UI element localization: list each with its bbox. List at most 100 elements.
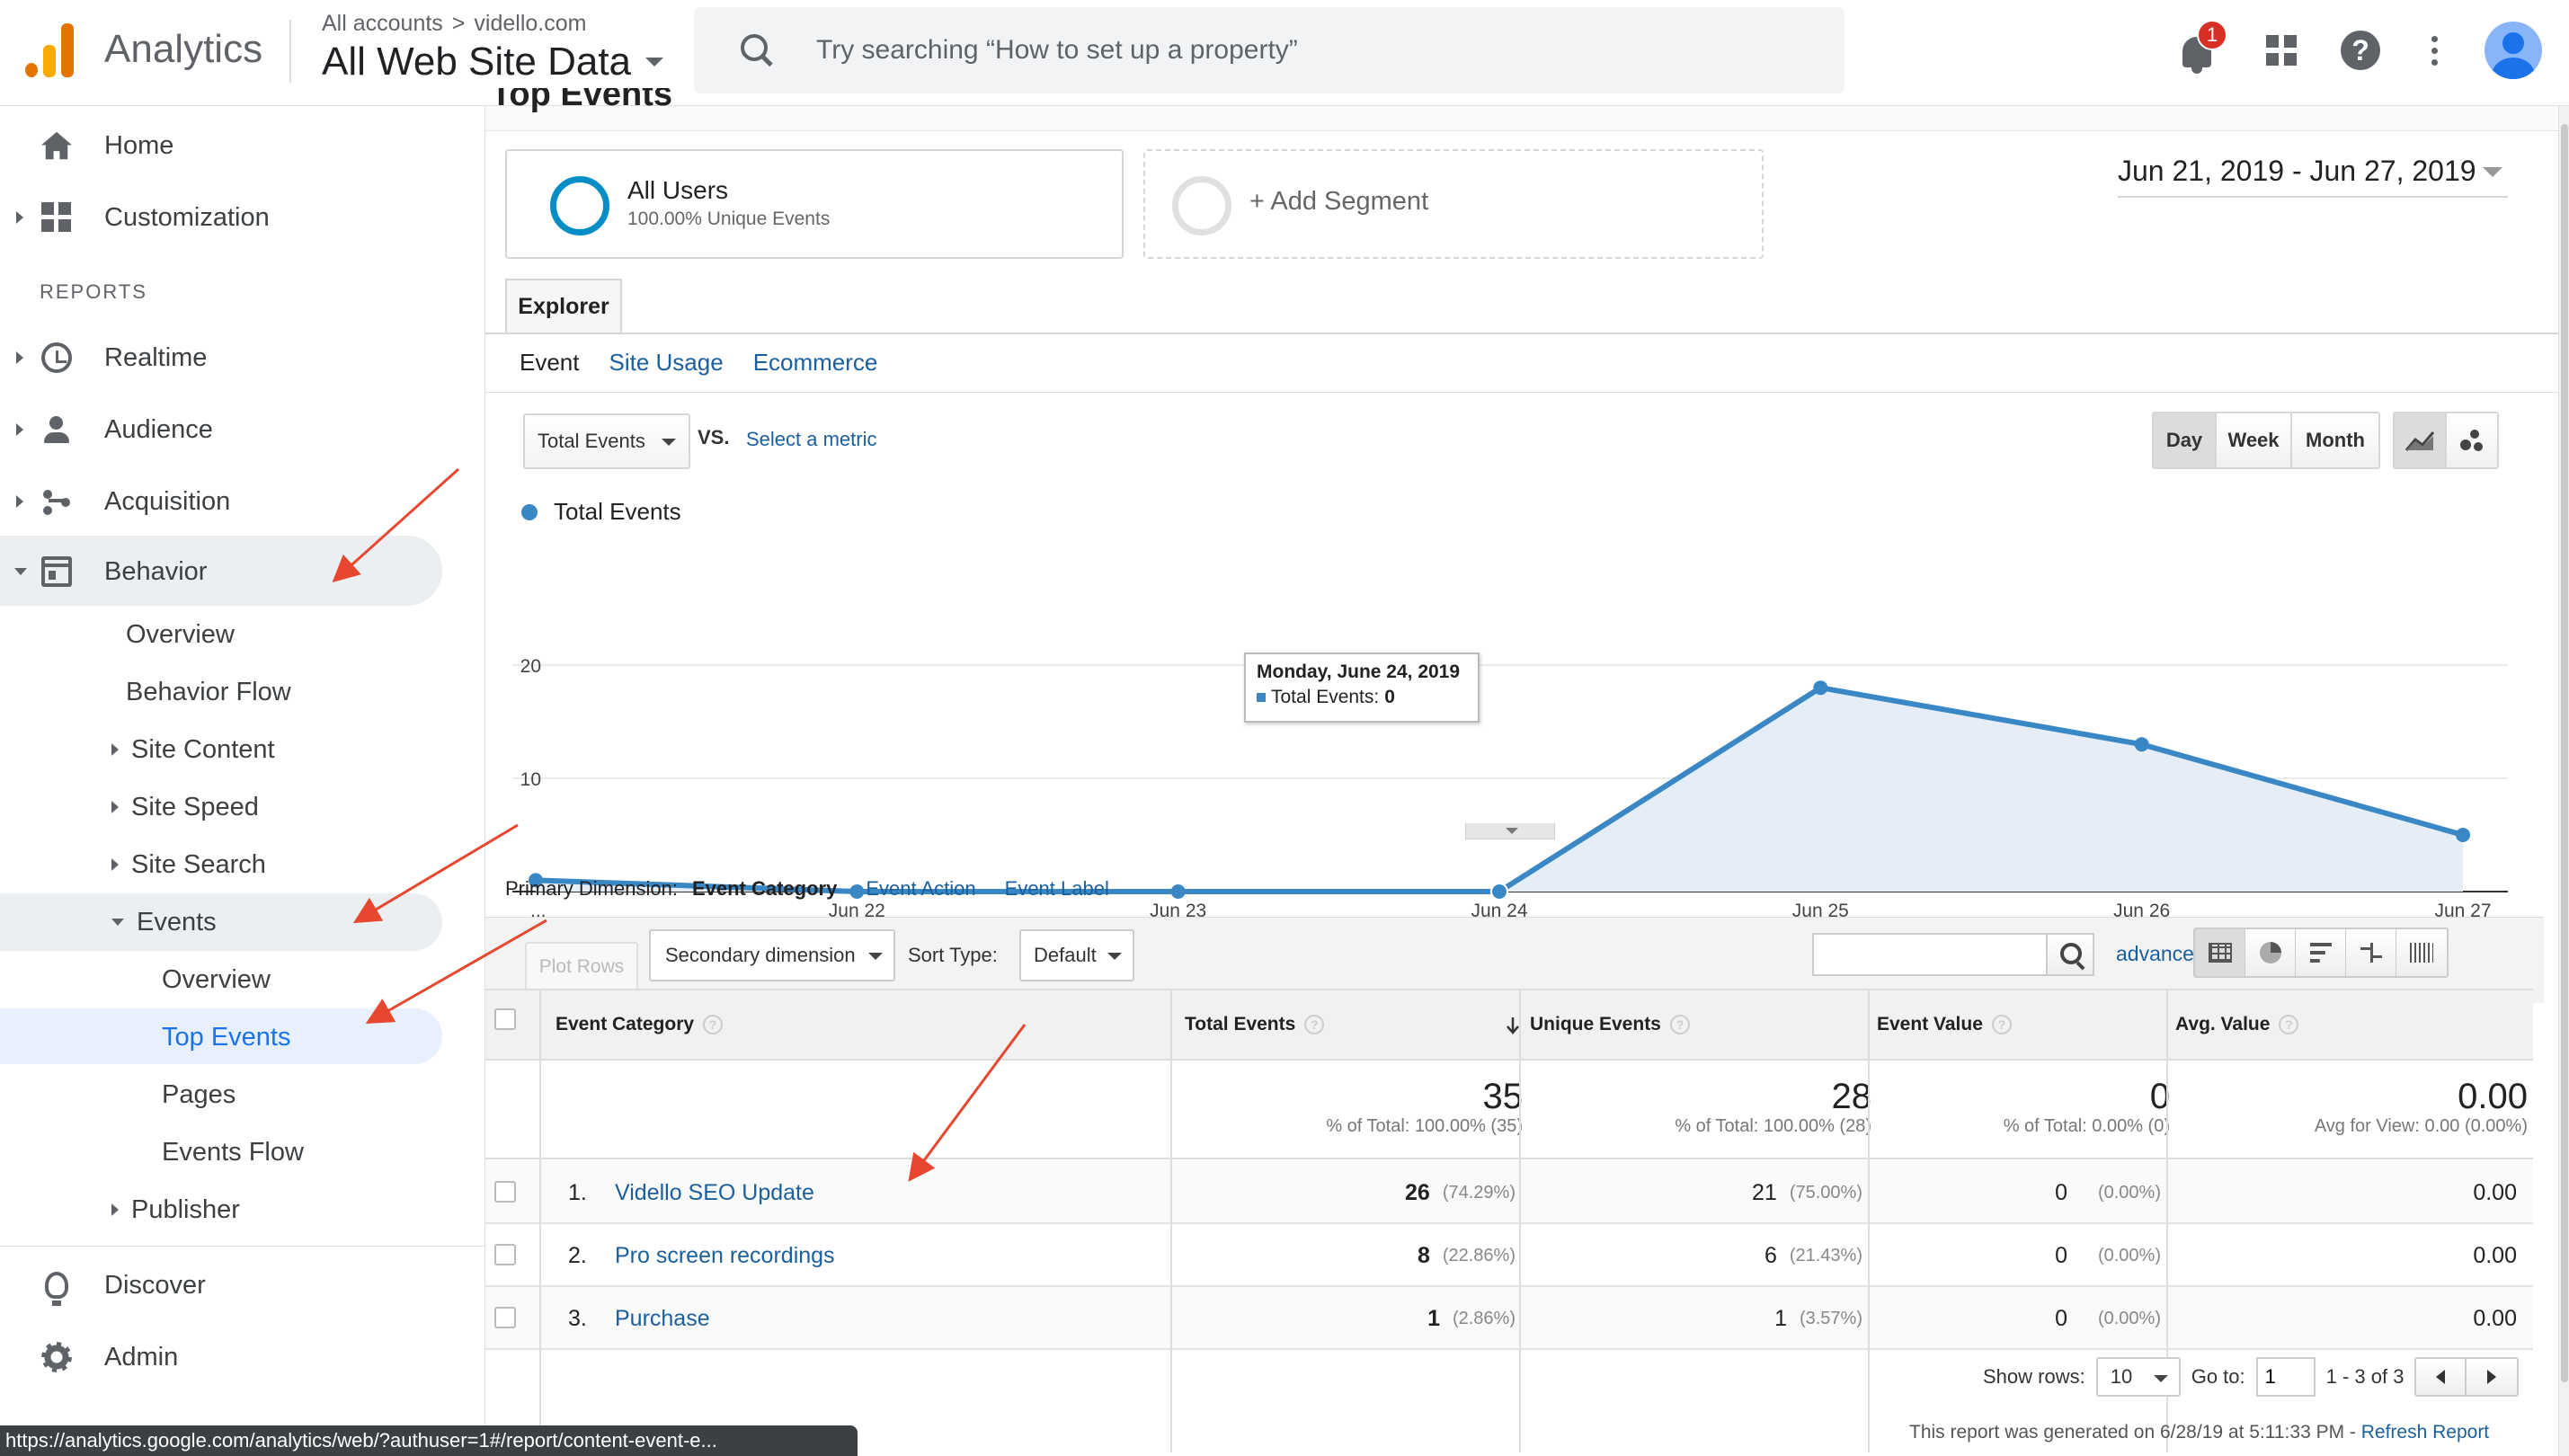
plot-rows-button[interactable]: Plot Rows	[525, 942, 638, 992]
dimension-event-category[interactable]: Event Category	[692, 877, 837, 901]
performance-view-button[interactable]	[2296, 929, 2346, 976]
col-header-avg-value[interactable]: Avg. Value?	[2175, 989, 2299, 1061]
sidebar-item-behavior[interactable]: Behavior	[0, 537, 442, 606]
reports-heading: REPORTS	[40, 280, 147, 303]
metric-select-value: Total Events	[538, 430, 645, 452]
gear-icon	[41, 1342, 72, 1372]
help-icon[interactable]: ?	[703, 1015, 724, 1034]
subtab-event[interactable]: Event	[520, 349, 580, 377]
select-metric-link[interactable]: Select a metric	[746, 428, 877, 451]
week-button[interactable]: Week	[2217, 413, 2292, 467]
sidebar-item-behavior-flow[interactable]: Behavior Flow	[126, 663, 291, 721]
more-options-button[interactable]	[2409, 25, 2459, 75]
help-icon[interactable]: ?	[1991, 1015, 2012, 1034]
segment-all-users[interactable]: All Users 100.00% Unique Events	[505, 149, 1124, 259]
segment-title: All Users	[627, 176, 729, 204]
row-checkbox[interactable]	[494, 1244, 516, 1265]
date-range-picker[interactable]: Jun 21, 2019 - Jun 27, 2019	[2118, 155, 2508, 198]
sidebar-item-site-content[interactable]: Site Content	[111, 721, 275, 778]
data-point	[2456, 828, 2470, 842]
event-category-link[interactable]: Pro screen recordings	[615, 1224, 835, 1287]
analytics-logo-icon[interactable]	[25, 23, 76, 77]
pager-buttons	[2414, 1357, 2520, 1397]
col-header-event-category[interactable]: Event Category?	[556, 989, 724, 1061]
subtab-ecommerce[interactable]: Ecommerce	[753, 349, 878, 377]
scrollbar-thumb[interactable]	[2561, 124, 2568, 1382]
sidebar-item-top-events[interactable]: Top Events	[162, 1008, 290, 1066]
row-checkbox[interactable]	[494, 1181, 516, 1203]
search-icon	[739, 32, 775, 68]
help-icon[interactable]: ?	[2279, 1015, 2299, 1034]
data-view-button[interactable]	[2195, 929, 2245, 976]
event-category-link[interactable]: Vidello SEO Update	[615, 1161, 814, 1224]
sidebar-item-site-speed[interactable]: Site Speed	[111, 778, 259, 836]
sidebar-item-audience[interactable]: Audience	[0, 395, 485, 464]
sidebar-item-site-search[interactable]: Site Search	[111, 836, 266, 893]
unique-events-value: 6	[1764, 1242, 1777, 1268]
view-selector[interactable]: All Web Site Data	[322, 40, 664, 84]
sidebar-item-label: Site Content	[131, 734, 275, 764]
metric-select[interactable]: Total Events	[523, 413, 690, 469]
col-header-event-value[interactable]: Event Value?	[1877, 989, 2012, 1061]
apps-button[interactable]	[2256, 25, 2307, 75]
motion-chart-icon	[2460, 430, 2483, 451]
dimension-event-action[interactable]: Event Action	[866, 877, 975, 901]
percentage-view-button[interactable]	[2245, 929, 2296, 976]
select-all-checkbox[interactable]	[494, 1008, 516, 1030]
sidebar-item-events[interactable]: Events	[111, 893, 217, 951]
sidebar-item-acquisition[interactable]: Acquisition	[0, 467, 485, 536]
next-page-button[interactable]	[2467, 1359, 2518, 1395]
advanced-filter-link[interactable]: advanced	[2116, 942, 2206, 966]
show-rows-select[interactable]: 10	[2095, 1357, 2181, 1397]
motion-chart-button[interactable]	[2447, 413, 2497, 467]
sidebar-item-label: Discover	[104, 1270, 206, 1300]
sidebar-item-discover[interactable]: Discover	[0, 1251, 485, 1319]
table-filter-input[interactable]	[1812, 933, 2048, 976]
row-checkbox[interactable]	[494, 1307, 516, 1328]
day-button[interactable]: Day	[2154, 413, 2217, 467]
search-input[interactable]	[816, 35, 1805, 66]
dimension-event-label[interactable]: Event Label	[1005, 877, 1109, 901]
expand-arrow-icon	[16, 351, 23, 364]
sidebar-item-behavior-overview[interactable]: Overview	[126, 606, 235, 663]
sidebar-item-customization[interactable]: Customization	[0, 183, 485, 252]
sidebar-item-admin[interactable]: Admin	[0, 1323, 485, 1391]
help-icon[interactable]: ?	[1669, 1015, 1690, 1034]
add-segment-button[interactable]: + Add Segment	[1143, 149, 1764, 259]
sidebar-item-pages[interactable]: Pages	[162, 1066, 236, 1123]
month-button[interactable]: Month	[2292, 413, 2378, 467]
total-events-percent: (22.86%)	[1442, 1245, 1516, 1265]
search-bar[interactable]	[694, 7, 1845, 93]
breadcrumb-account[interactable]: vidello.com	[474, 11, 586, 36]
goto-input[interactable]	[2255, 1357, 2316, 1397]
col-header-unique-events[interactable]: Unique Events?	[1530, 989, 1690, 1061]
prev-page-button[interactable]	[2416, 1359, 2467, 1395]
sort-type-select[interactable]: Default	[1019, 929, 1134, 981]
sidebar-item-publisher[interactable]: Publisher	[111, 1181, 240, 1238]
comparison-view-button[interactable]	[2346, 929, 2396, 976]
event-value-value: 0	[2055, 1242, 2067, 1268]
subtab-site-usage[interactable]: Site Usage	[609, 349, 724, 377]
sidebar-item-home[interactable]: Home	[0, 111, 485, 180]
secondary-dimension-select[interactable]: Secondary dimension	[649, 929, 895, 981]
notifications-button[interactable]: 1	[2172, 20, 2227, 75]
help-button[interactable]: ?	[2335, 25, 2386, 75]
page-scrollbar[interactable]	[2558, 106, 2569, 1456]
col-header-total-events[interactable]: Total Events?	[1185, 989, 1528, 1061]
breadcrumb[interactable]: All accounts > vidello.com	[322, 11, 586, 37]
chart-collapse-handle[interactable]	[1465, 823, 1555, 839]
total-events-value: 26	[1405, 1179, 1430, 1205]
pivot-view-button[interactable]	[2396, 929, 2447, 976]
sidebar-item-events-flow[interactable]: Events Flow	[162, 1123, 304, 1181]
breadcrumb-root[interactable]: All accounts	[322, 11, 443, 36]
refresh-report-link[interactable]: Refresh Report	[2361, 1422, 2489, 1443]
sidebar-item-events-overview[interactable]: Overview	[162, 951, 271, 1008]
table-search-button[interactable]	[2046, 933, 2094, 976]
sidebar-item-realtime[interactable]: Realtime	[0, 324, 485, 392]
event-value-percent: (0.00%)	[2097, 1245, 2161, 1265]
tab-explorer[interactable]: Explorer	[505, 279, 622, 334]
line-chart-button[interactable]	[2395, 413, 2447, 467]
event-category-link[interactable]: Purchase	[615, 1287, 710, 1350]
avatar[interactable]	[2485, 22, 2542, 79]
help-icon[interactable]: ?	[1304, 1015, 1325, 1034]
